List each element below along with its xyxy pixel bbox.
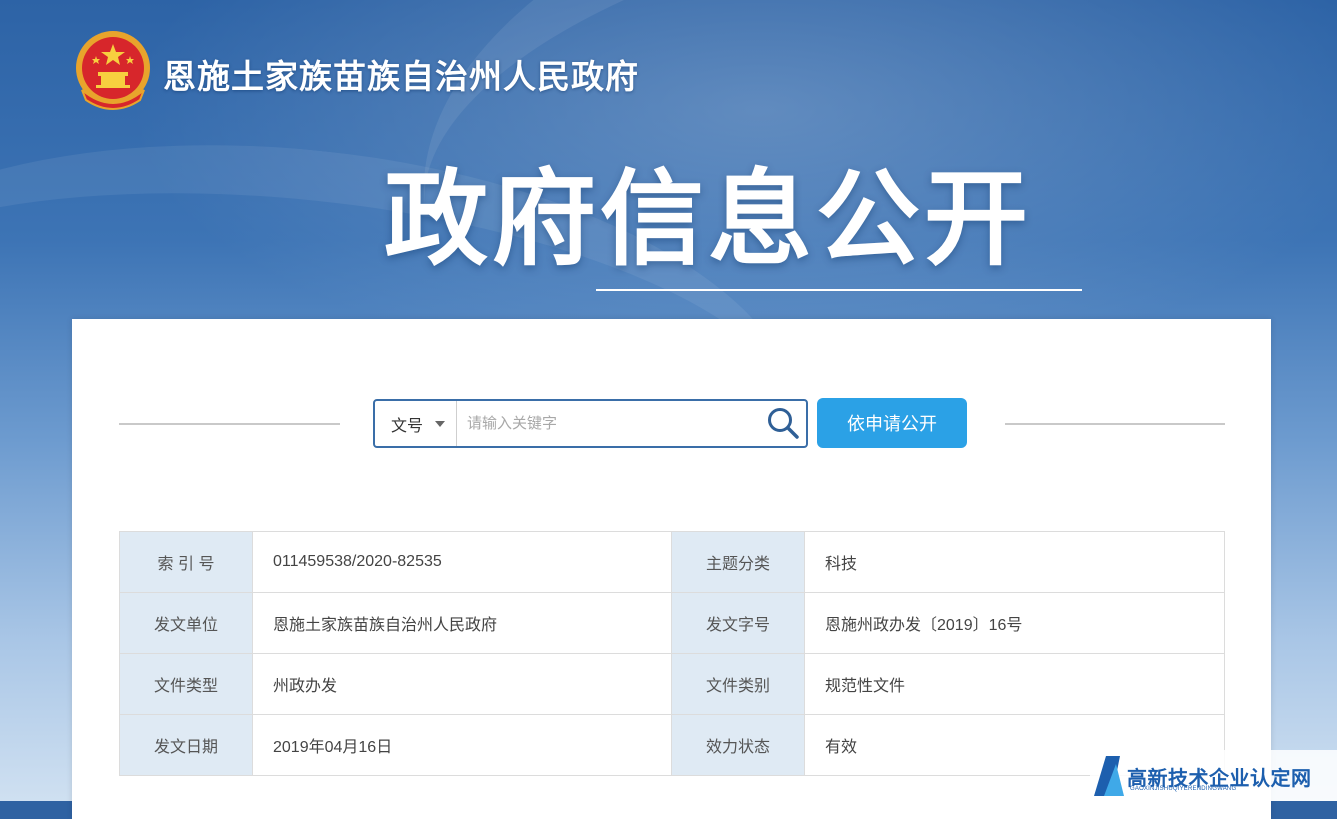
info-value: 恩施州政办发〔2019〕16号 [804,592,1225,654]
page-title: 政府信息公开 [384,162,1033,278]
divider [119,423,340,425]
search-type-label: 文号 [391,417,424,435]
table-row: 索 引 号 011459538/2020-82535 主题分类 科技 [119,531,1225,593]
info-key: 文件类别 [671,653,805,715]
info-value: 2019年04月16日 [252,714,672,776]
watermark-subtext: GAOXINJISHUQIYERENDINGWANG [1130,786,1237,792]
table-row: 发文日期 2019年04月16日 效力状态 有效 [119,714,1225,776]
info-key: 文件类型 [119,653,253,715]
info-key: 主题分类 [671,531,805,593]
search-icon[interactable] [766,406,800,440]
chevron-down-icon [435,420,446,427]
info-key: 发文字号 [671,592,805,654]
search-input[interactable] [459,401,765,446]
gov-name[interactable]: 恩施土家族苗族自治州人民政府 [163,50,639,98]
info-value: 规范性文件 [804,653,1225,715]
info-key: 发文日期 [119,714,253,776]
table-row: 发文单位 恩施土家族苗族自治州人民政府 发文字号 恩施州政办发〔2019〕16号 [119,592,1225,654]
national-emblem-icon [76,31,150,110]
info-value: 科技 [804,531,1225,593]
title-underline [596,289,1082,291]
info-value: 州政办发 [252,653,672,715]
info-key: 索 引 号 [119,531,253,593]
document-info-table: 索 引 号 011459538/2020-82535 主题分类 科技 发文单位 … [119,531,1225,776]
apply-disclosure-button[interactable]: 依申请公开 [817,398,967,448]
info-value: 011459538/2020-82535 [252,531,672,593]
search-type-select[interactable]: 文号 [375,401,457,446]
info-key: 效力状态 [671,714,805,776]
content-card: 文号 依申请公开 索 引 号 011459538/2020-82535 主题分类… [72,319,1271,819]
info-value: 恩施土家族苗族自治州人民政府 [252,592,672,654]
info-key: 发文单位 [119,592,253,654]
search-bar: 文号 [373,399,808,448]
divider [1005,423,1225,425]
table-row: 文件类型 州政办发 文件类别 规范性文件 [119,653,1225,715]
